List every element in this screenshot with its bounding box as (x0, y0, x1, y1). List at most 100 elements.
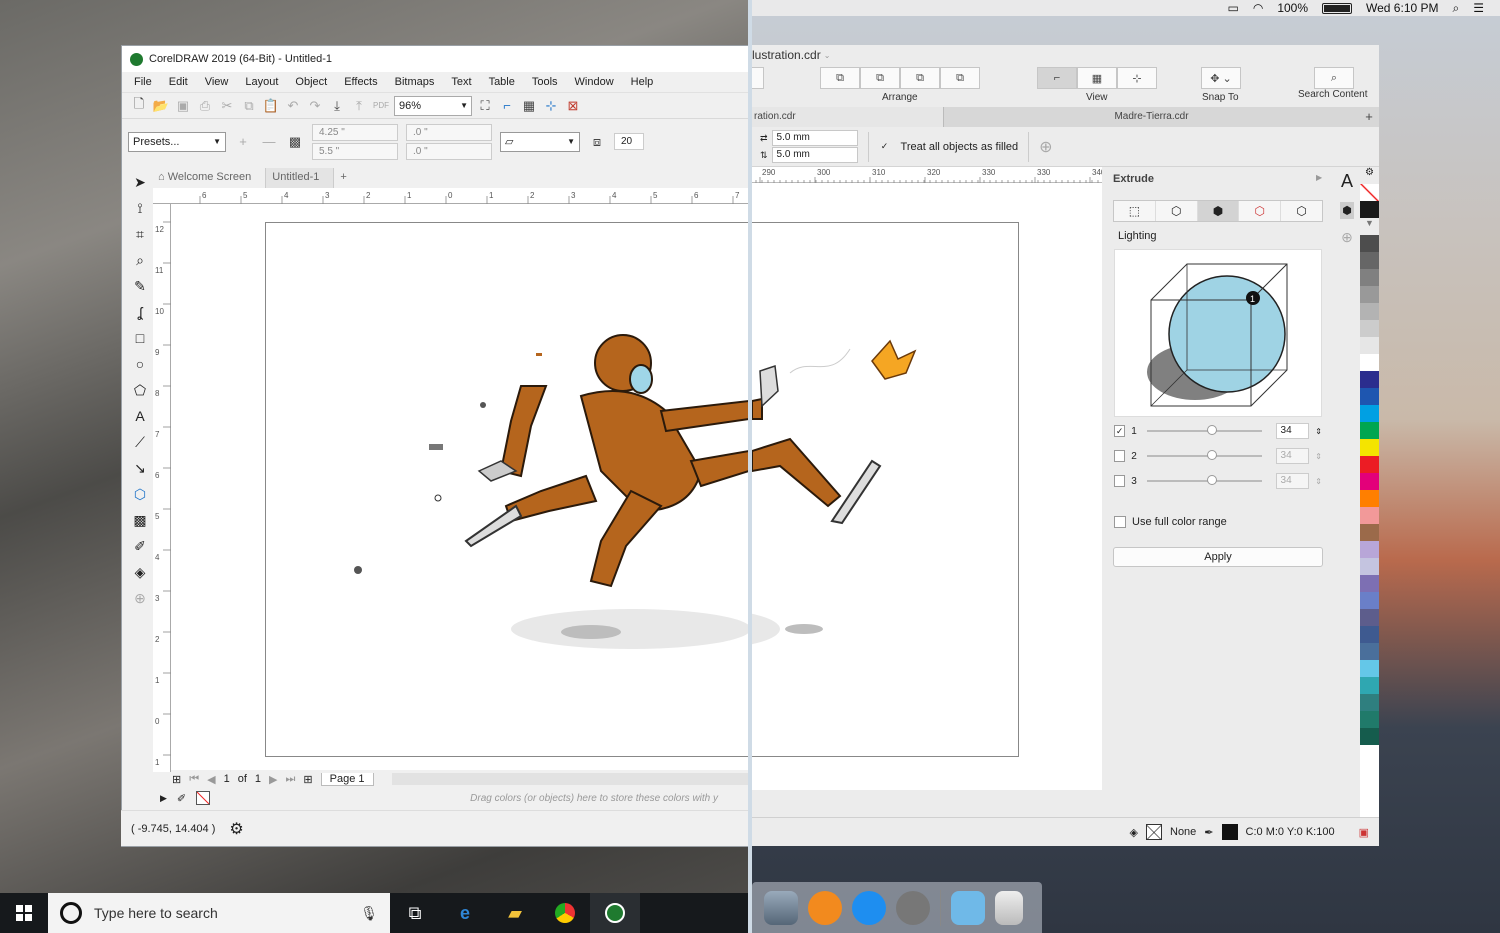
combine-icon[interactable]: ⧉ (900, 67, 940, 89)
menu-text[interactable]: Text (451, 76, 480, 88)
nudge-x-field[interactable]: .0 " (406, 123, 492, 141)
color-swatch[interactable] (1360, 303, 1379, 320)
color-swatch[interactable] (1360, 728, 1379, 745)
new-document-icon[interactable]: 🗋 (130, 96, 148, 115)
no-color-swatch[interactable] (196, 791, 211, 805)
apply-button[interactable]: Apply (1113, 547, 1323, 567)
light-intensity-value[interactable]: 34 (1275, 448, 1310, 464)
microphone-icon[interactable]: 🎙 (360, 905, 390, 922)
coreldraw-taskbar-icon[interactable] (590, 893, 640, 933)
color-swatch[interactable] (1360, 320, 1379, 337)
parallel-dimension-icon[interactable]: ⟋ (135, 434, 145, 452)
add-preset-icon[interactable]: + (234, 133, 252, 151)
rectangle-tool-icon[interactable]: □ (136, 330, 144, 348)
interactive-fill-icon[interactable]: ◈ (135, 564, 146, 582)
insert-page-after-icon[interactable]: ⊞ (303, 773, 312, 786)
light-intensity-slider[interactable] (1146, 475, 1262, 485)
save-icon[interactable]: ▣ (174, 97, 192, 115)
ibooks-app-icon[interactable] (808, 890, 842, 925)
mac-horizontal-ruler[interactable]: 290 300 310 320 330 330 340 (752, 167, 1106, 183)
open-icon[interactable]: 📂 (152, 97, 170, 115)
color-swatch[interactable] (1360, 201, 1379, 218)
light-checkbox[interactable] (1114, 450, 1126, 462)
app-store-icon[interactable] (852, 890, 886, 925)
break-apart-icon[interactable]: ⧉ (940, 67, 980, 89)
connector-tool-icon[interactable]: ↘ (134, 460, 146, 478)
stepper-icon[interactable]: ⇕ (1315, 452, 1322, 461)
slider-knob[interactable] (1206, 475, 1217, 485)
no-color-swatch[interactable] (1360, 184, 1379, 201)
color-swatch[interactable] (1360, 371, 1379, 388)
settings-gear-icon[interactable]: ⚙ (229, 819, 243, 839)
chevron-down-icon[interactable]: ⌄ (824, 51, 831, 60)
slider-knob[interactable] (1206, 450, 1217, 460)
light-checkbox[interactable] (1114, 475, 1126, 487)
page-width-field[interactable]: 4.25 " (312, 123, 398, 141)
light-intensity-slider[interactable] (1146, 425, 1262, 435)
color-swatch[interactable] (1360, 626, 1379, 643)
downloads-folder-icon[interactable] (951, 890, 985, 925)
menu-tools[interactable]: Tools (532, 76, 567, 88)
outline-pen-icon[interactable]: ✒ (1204, 826, 1213, 839)
no-fill-swatch[interactable] (1146, 824, 1162, 840)
color-swatch[interactable] (1360, 422, 1379, 439)
chrome-icon[interactable] (540, 893, 590, 933)
drawing-page[interactable] (265, 222, 751, 757)
menu-effects[interactable]: Effects (344, 76, 386, 88)
light-intensity-slider[interactable] (1146, 450, 1262, 460)
import-icon[interactable]: ⤓ (328, 97, 346, 115)
guidelines-icon[interactable]: ⊹ (542, 97, 560, 115)
color-swatch[interactable] (1360, 541, 1379, 558)
color-swatch[interactable] (1360, 660, 1379, 677)
extrude-tool-icon[interactable]: ⬡ (134, 486, 146, 504)
color-swatch[interactable] (1360, 269, 1379, 286)
launcher-icon[interactable]: ⊠ (564, 97, 582, 115)
page-orientation-select[interactable]: ▱ ▼ (500, 131, 580, 152)
full-color-range-checkbox[interactable] (1114, 516, 1126, 528)
task-view-icon[interactable]: ⧉ (390, 893, 440, 933)
light-checkbox[interactable]: ✓ (1114, 425, 1126, 437)
battery-icon[interactable] (1322, 2, 1353, 14)
offset-y-field[interactable]: 5.0 mm (771, 147, 858, 163)
light-intensity-value[interactable]: 34 (1275, 423, 1310, 439)
crop-tool-icon[interactable]: ⌗ (136, 226, 144, 244)
start-button[interactable] (0, 893, 48, 933)
nudge-y-field[interactable]: .0 " (406, 142, 492, 160)
spotlight-icon[interactable]: ⌕ (1453, 1, 1460, 16)
full-screen-icon[interactable]: ⛶ (476, 97, 494, 115)
color-swatch[interactable] (1360, 286, 1379, 303)
ellipse-tool-icon[interactable]: ○ (136, 356, 144, 374)
slider-knob[interactable] (1206, 425, 1217, 435)
extrude-bevel-icon[interactable]: ⬡ (1281, 201, 1322, 221)
search-content-icon[interactable]: ⌕ (1314, 67, 1354, 89)
lighting-preview[interactable]: 1 (1114, 249, 1322, 417)
stepper-icon[interactable]: ⇕ (1315, 477, 1322, 486)
docker-expand-icon[interactable]: ▶ (1316, 173, 1322, 182)
shape-tool-icon[interactable]: ⟟ (137, 200, 142, 218)
freehand-tool-icon[interactable]: ✎ (134, 278, 146, 296)
palette-settings-icon[interactable]: ⚙ (1360, 167, 1379, 184)
expand-palette-icon[interactable]: ▶ (160, 793, 167, 804)
color-swatch[interactable] (1360, 609, 1379, 626)
color-management-icon[interactable]: ▣ (1359, 826, 1369, 839)
presets-select[interactable]: Presets... ▼ (128, 131, 226, 152)
color-swatch[interactable] (1360, 456, 1379, 473)
color-swatch[interactable] (1360, 575, 1379, 592)
text-tool-icon[interactable]: A (135, 408, 144, 426)
wifi-icon[interactable]: ◠ (1253, 1, 1263, 15)
undo-icon[interactable]: ↶ (284, 97, 302, 115)
rulers-icon[interactable]: ⌐ (1037, 67, 1077, 89)
color-swatch[interactable] (1360, 354, 1379, 371)
extrude-color-icon[interactable]: ⬡ (1239, 201, 1282, 221)
menu-object[interactable]: Object (295, 76, 336, 88)
color-swatch[interactable] (1360, 711, 1379, 728)
palette-scroll-down-icon[interactable]: ▼ (1360, 218, 1379, 235)
notification-center-icon[interactable]: ☰ (1473, 1, 1484, 15)
quick-customize-icon[interactable]: ⊕ (134, 590, 146, 608)
tab-madre-tierra[interactable]: Madre-Tierra.cdr (944, 107, 1359, 127)
guidelines-icon[interactable]: ⊹ (1117, 67, 1157, 89)
menu-edit[interactable]: Edit (169, 76, 197, 88)
menu-table[interactable]: Table (489, 76, 524, 88)
horizontal-ruler[interactable]: 6 5 4 3 2 1 0 1 2 3 4 5 6 7 (153, 188, 748, 204)
remove-preset-icon[interactable]: — (260, 133, 278, 151)
